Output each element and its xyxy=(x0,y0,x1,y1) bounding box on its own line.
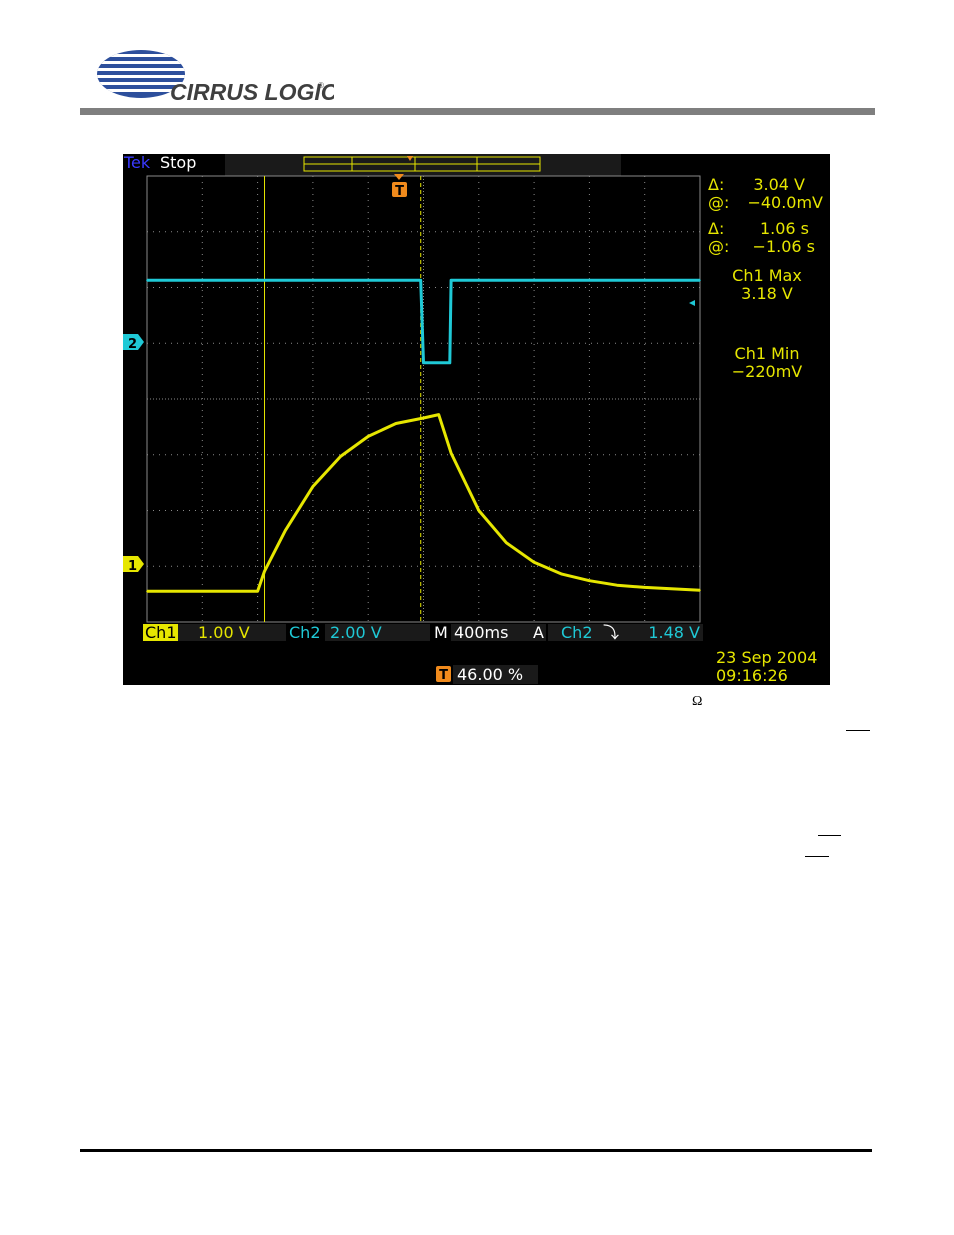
ch1-point xyxy=(699,589,701,591)
ch1-point xyxy=(284,529,287,532)
ch1-max-value: 3.18 V xyxy=(741,284,793,303)
timebase-value: 400ms xyxy=(454,623,508,642)
capture-date: 23 Sep 2004 xyxy=(716,648,817,667)
ch1-point xyxy=(422,417,425,419)
graticule xyxy=(146,175,701,623)
run-status: Stop xyxy=(160,154,196,172)
ch1-point xyxy=(561,573,563,575)
trigger-position-value: 46.00 % xyxy=(457,665,523,684)
ch1-point xyxy=(263,570,266,573)
ch1-point xyxy=(339,455,342,458)
trigger-source: Ch2 xyxy=(561,623,593,642)
overbar xyxy=(818,835,841,836)
header-rule xyxy=(80,108,875,115)
ch1-point xyxy=(643,586,646,589)
ch2-point xyxy=(450,279,452,282)
trigger-position-badge-label: T xyxy=(439,668,448,683)
ch1-min-value: −220mV xyxy=(732,362,803,381)
ch1-max-label: Ch1 Max xyxy=(732,266,802,285)
ch2-point xyxy=(699,279,701,282)
ch2-scale: 2.00 V xyxy=(330,623,382,642)
ch1-point xyxy=(312,485,314,488)
registered-mark: ® xyxy=(318,81,324,90)
ch1-trace xyxy=(147,413,701,593)
ch1-point xyxy=(450,452,452,454)
ch2-trace xyxy=(147,278,700,365)
overbar xyxy=(846,730,870,731)
ch1-point xyxy=(437,413,440,416)
cursor2-at-value: −1.06 s xyxy=(753,237,815,256)
ch1-point xyxy=(367,435,369,438)
ch1-point xyxy=(533,561,535,564)
ch1-point xyxy=(478,509,480,512)
ch1-point xyxy=(616,584,618,586)
ch2-point xyxy=(449,362,451,364)
ch2-readout-label: Ch2 xyxy=(289,623,321,642)
trigger-slope-icon: ⤵ xyxy=(603,623,619,642)
cirrus-logic-logo: CIRRUS LOGIC ® xyxy=(97,50,334,105)
cursor2-delta-value: 1.06 s xyxy=(760,219,809,238)
cursor1-at-value: −40.0mV xyxy=(747,193,823,212)
timebase-label: M xyxy=(434,623,448,642)
ch1-point xyxy=(505,542,508,544)
ch1-point xyxy=(256,590,259,593)
trigger-level: 1.48 V xyxy=(648,623,700,642)
cursor1-delta-label: Δ: xyxy=(708,175,724,194)
cursor1-at-label: @: xyxy=(708,193,729,212)
ch2-point xyxy=(146,279,148,282)
ch1-point xyxy=(146,590,148,593)
ohm-symbol: Ω xyxy=(692,694,703,709)
ch1-point xyxy=(395,422,397,425)
cursor2-at-label: @: xyxy=(708,237,729,256)
oscilloscope-screenshot: Tek Stop T 2 1 Δ: 3.04 V @: −40.0mV Δ: 1… xyxy=(123,154,830,685)
cursor1-delta-value: 3.04 V xyxy=(753,175,805,194)
ch1-min-label: Ch1 Min xyxy=(735,344,800,363)
ch2-marker-label: 2 xyxy=(128,337,137,352)
ch1-scale: 1.00 V xyxy=(198,623,250,642)
ch1-point xyxy=(588,579,591,582)
capture-time: 09:16:26 xyxy=(716,666,788,685)
ch1-readout-label: Ch1 xyxy=(145,623,177,642)
trigger-marker-label: T xyxy=(395,184,404,199)
tek-label: Tek xyxy=(123,154,151,172)
overbar xyxy=(805,856,829,857)
ch2-point xyxy=(422,362,425,364)
scope-display: Tek Stop T 2 1 Δ: 3.04 V @: −40.0mV Δ: 1… xyxy=(123,154,823,685)
ch1-marker-label: 1 xyxy=(128,559,137,574)
trigger-level-arrow xyxy=(689,300,695,306)
trigger-mode-label: A xyxy=(533,623,544,642)
trigger-position-arrow xyxy=(394,174,404,180)
cursor2-delta-label: Δ: xyxy=(708,219,724,238)
footer-rule xyxy=(80,1149,872,1152)
ch2-point xyxy=(419,279,422,282)
logo-wordmark: CIRRUS LOGIC xyxy=(170,79,334,105)
